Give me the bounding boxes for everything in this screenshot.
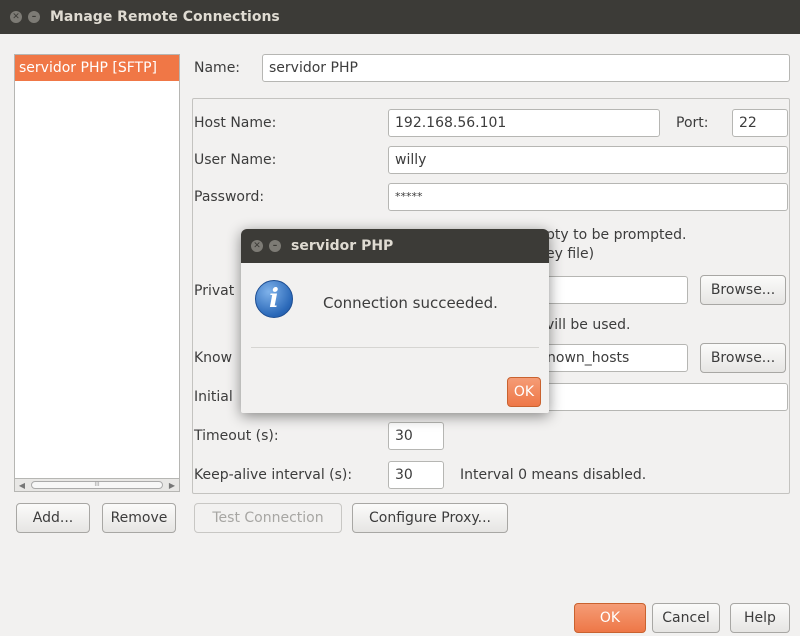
dialog-separator [251,347,539,348]
port-field[interactable]: 22 [732,109,788,137]
user-name-label: User Name: [194,152,277,168]
known-hosts-browse-button[interactable]: Browse... [700,343,786,373]
password-hint-line2: ey file) [546,246,595,262]
scroll-right-icon[interactable]: ▶ [165,481,179,490]
horizontal-scrollbar[interactable]: ◀ III ▶ [14,478,180,492]
configure-proxy-button[interactable]: Configure Proxy... [352,503,508,533]
name-field[interactable]: servidor PHP [262,54,790,82]
window-title: Manage Remote Connections [50,9,280,25]
dialog-message: Connection succeeded. [323,294,498,312]
dialog-ok-button[interactable]: OK [507,377,541,407]
minimize-icon[interactable]: – [28,11,40,23]
private-key-field[interactable] [540,276,688,304]
private-key-label: Privat [194,283,235,299]
test-connection-button[interactable]: Test Connection [194,503,342,533]
known-hosts-label: Know [194,350,233,366]
dialog-title-bar: ✕ – servidor PHP [241,229,549,263]
ok-button[interactable]: OK [574,603,646,633]
add-button[interactable]: Add... [16,503,90,533]
user-name-field[interactable]: willy [388,146,788,174]
dialog-minimize-icon[interactable]: – [269,240,281,252]
info-icon: i [255,280,293,318]
password-field[interactable]: ***** [388,183,788,211]
timeout-field[interactable]: 30 [388,422,444,450]
host-name-label: Host Name: [194,115,277,131]
password-label: Password: [194,189,265,205]
initial-directory-field[interactable] [540,383,788,411]
password-hint-line1: pty to be prompted. [546,227,687,243]
close-icon[interactable]: ✕ [10,11,22,23]
dialog-close-icon[interactable]: ✕ [251,240,263,252]
host-name-field[interactable]: 192.168.56.101 [388,109,660,137]
keepalive-label: Keep-alive interval (s): [194,467,353,483]
remove-button[interactable]: Remove [102,503,176,533]
list-item[interactable]: servidor PHP [SFTP] [15,55,179,81]
keepalive-hint: Interval 0 means disabled. [460,467,647,483]
timeout-label: Timeout (s): [194,428,279,444]
scroll-thumb[interactable]: III [31,481,163,489]
connection-result-dialog: ✕ – servidor PHP i Connection succeeded.… [241,229,549,413]
help-button[interactable]: Help [730,603,790,633]
scroll-left-icon[interactable]: ◀ [15,481,29,490]
initial-directory-label: Initial [194,389,233,405]
known-hosts-field[interactable]: nown_hosts [540,344,688,372]
connections-list[interactable]: servidor PHP [SFTP] [14,54,180,480]
dialog-title: servidor PHP [291,238,394,254]
private-key-hint: vill be used. [546,317,631,333]
cancel-button[interactable]: Cancel [652,603,720,633]
port-label: Port: [676,115,709,131]
keepalive-field[interactable]: 30 [388,461,444,489]
title-bar: ✕ – Manage Remote Connections [0,0,800,34]
private-key-browse-button[interactable]: Browse... [700,275,786,305]
name-label: Name: [194,60,241,76]
